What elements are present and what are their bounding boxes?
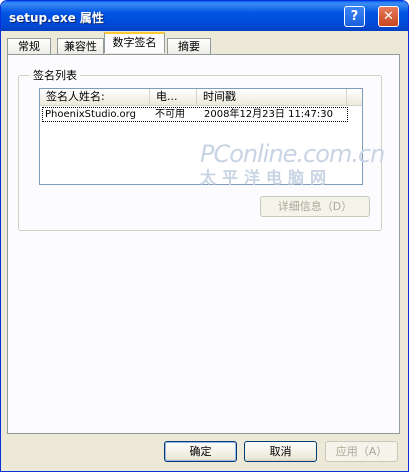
table-row[interactable]: PhoenixStudio.org 不可用 2008年12月23日 11:47:… (42, 107, 348, 122)
apply-button[interactable]: 应用（A） (325, 441, 398, 462)
close-button[interactable]: ✕ (378, 6, 399, 27)
watermark-text: 太平洋电脑网 (200, 168, 333, 187)
tab-general[interactable]: 常规 (7, 38, 51, 55)
tab-digital-signatures[interactable]: 数字签名 (104, 32, 165, 53)
signer-name-cell: PhoenixStudio.org (45, 109, 136, 120)
tab-compatibility[interactable]: 兼容性 (57, 38, 104, 55)
listview-header: 签名人姓名: 电... 时间戳 (40, 89, 362, 106)
timestamp-cell: 2008年12月23日 11:47:30 (204, 109, 333, 120)
signature-list-label: 签名列表 (30, 67, 80, 83)
window-title: setup.exe 属性 (9, 11, 104, 25)
title-bar[interactable]: setup.exe 属性 ? ✕ (1, 1, 408, 31)
ok-button[interactable]: 确定 (164, 441, 237, 462)
close-icon: ✕ (383, 9, 394, 24)
tab-summary[interactable]: 摘要 (167, 38, 211, 55)
details-button[interactable]: 详细信息（D） (260, 196, 370, 217)
email-cell: 不可用 (155, 109, 185, 120)
column-timestamp[interactable]: 时间戳 (197, 89, 347, 105)
cancel-button[interactable]: 取消 (244, 441, 317, 462)
question-icon: ? (350, 9, 359, 24)
help-button[interactable]: ? (344, 6, 365, 27)
column-email[interactable]: 电... (150, 89, 197, 105)
column-signer-name[interactable]: 签名人姓名: (40, 89, 150, 105)
